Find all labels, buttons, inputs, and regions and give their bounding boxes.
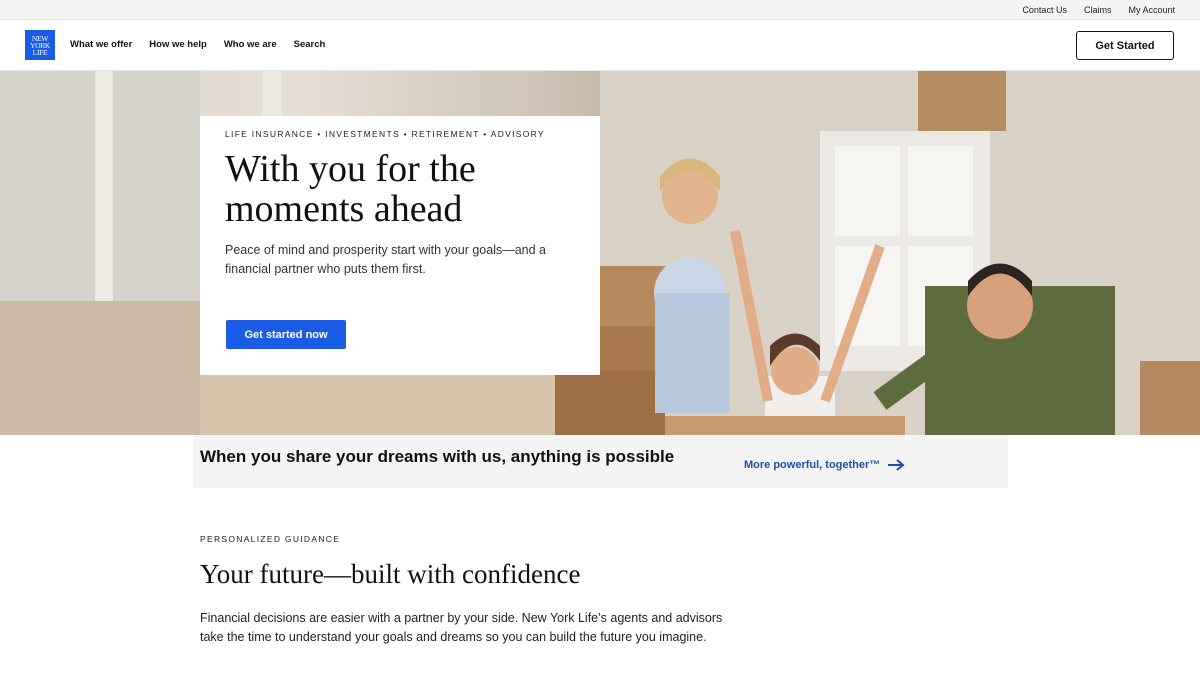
more-powerful-together-link[interactable]: More powerful, together™ bbox=[744, 459, 905, 471]
hero-title-line-2: moments ahead bbox=[225, 188, 463, 230]
my-account-link[interactable]: My Account bbox=[1128, 5, 1175, 15]
nav-who-we-are[interactable]: Who we are bbox=[224, 39, 277, 50]
arrow-right-icon bbox=[888, 459, 905, 471]
claims-link[interactable]: Claims bbox=[1084, 5, 1112, 15]
primary-nav: What we offer How we help Who we are Sea… bbox=[70, 39, 325, 50]
guidance-title: Your future—built with confidence bbox=[200, 559, 581, 589]
guidance-eyebrow: PERSONALIZED GUIDANCE bbox=[200, 534, 341, 544]
hero-subtitle: Peace of mind and prosperity start with … bbox=[225, 243, 547, 276]
new-york-life-logo[interactable]: NEW YORK LIFE bbox=[25, 30, 55, 60]
dream-headline: When you share your dreams with us, anyt… bbox=[200, 447, 675, 466]
hero-eyebrow: LIFE INSURANCE • INVESTMENTS • RETIREMEN… bbox=[225, 129, 545, 139]
dream-bar: When you share your dreams with us, anyt… bbox=[193, 435, 1008, 488]
nav-how-we-help[interactable]: How we help bbox=[149, 39, 207, 50]
main-nav: NEW YORK LIFE What we offer How we help … bbox=[0, 20, 1200, 71]
hero-title-line-1: With you for the bbox=[225, 148, 476, 190]
guidance-body: Financial decisions are easier with a pa… bbox=[200, 611, 723, 644]
nav-search[interactable]: Search bbox=[294, 39, 326, 50]
contact-us-link[interactable]: Contact Us bbox=[1022, 5, 1067, 15]
logo-line-3: LIFE bbox=[32, 47, 48, 57]
utility-bar: Contact Us Claims My Account bbox=[0, 0, 1200, 20]
nav-what-we-offer[interactable]: What we offer bbox=[70, 39, 132, 50]
family-hero-image bbox=[0, 71, 1200, 435]
get-started-button[interactable]: Get Started bbox=[1076, 31, 1174, 60]
hero-card: LIFE INSURANCE • INVESTMENTS • RETIREMEN… bbox=[200, 116, 600, 375]
hero-title: With you for the moments ahead bbox=[225, 149, 575, 229]
hero-section: LIFE INSURANCE • INVESTMENTS • RETIREMEN… bbox=[0, 71, 1200, 435]
more-powerful-together-label: More powerful, together™ bbox=[744, 459, 881, 471]
get-started-now-button[interactable]: Get started now bbox=[226, 320, 346, 349]
